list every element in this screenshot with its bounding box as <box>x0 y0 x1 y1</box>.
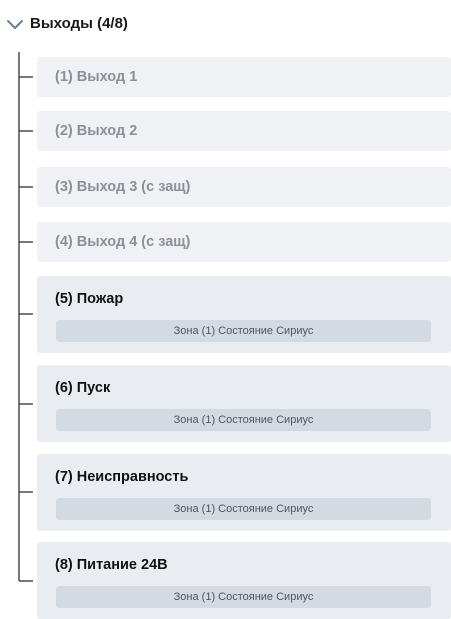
zone-state-badge: Зона (1) Состояние Сириус <box>56 586 431 608</box>
output-item-label: (5) Пожар <box>55 291 124 307</box>
section-title: Выходы (4/8) <box>30 15 128 32</box>
output-item-label: (3) Выход 3 (с защ) <box>55 179 191 195</box>
output-item-label: (8) Питание 24В <box>55 557 168 573</box>
section-header-outputs[interactable]: Выходы (4/8) <box>0 0 451 52</box>
output-item-label: (1) Выход 1 <box>55 69 138 85</box>
tree-connector-lines <box>18 52 33 582</box>
zone-state-badge: Зона (1) Состояние Сириус <box>56 320 431 342</box>
output-item-8[interactable]: (8) Питание 24В Зона (1) Состояние Сириу… <box>37 542 451 619</box>
output-item-label: (6) Пуск <box>55 380 111 396</box>
output-item-2[interactable]: (2) Выход 2 <box>37 111 451 151</box>
zone-state-badge: Зона (1) Состояние Сириус <box>56 498 431 520</box>
output-item-4[interactable]: (4) Выход 4 (с защ) <box>37 222 451 262</box>
output-item-label: (2) Выход 2 <box>55 123 138 139</box>
output-item-label: (4) Выход 4 (с защ) <box>55 234 191 250</box>
output-item-5[interactable]: (5) Пожар Зона (1) Состояние Сириус <box>37 276 451 353</box>
output-item-3[interactable]: (3) Выход 3 (с защ) <box>37 167 451 207</box>
output-item-7[interactable]: (7) Неисправность Зона (1) Состояние Сир… <box>37 454 451 531</box>
output-item-label: (7) Неисправность <box>55 469 189 485</box>
output-item-1[interactable]: (1) Выход 1 <box>37 57 451 97</box>
output-item-6[interactable]: (6) Пуск Зона (1) Состояние Сириус <box>37 365 451 442</box>
zone-state-badge: Зона (1) Состояние Сириус <box>56 409 431 431</box>
